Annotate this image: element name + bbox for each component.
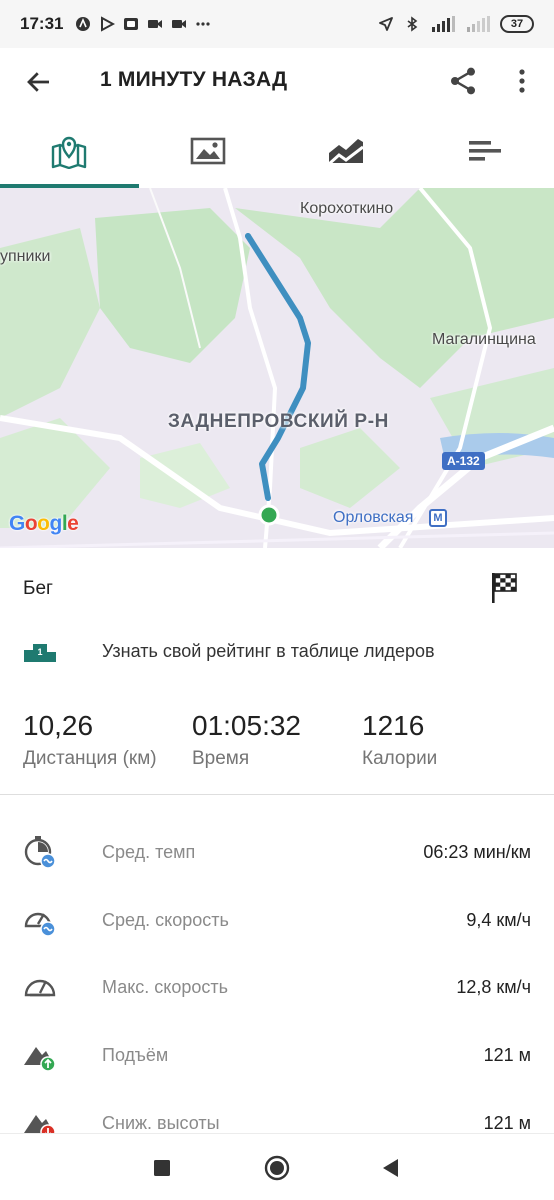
stats-list: Сред. темп 06:23 мин/км Сред. скорость 9… [0,820,554,1158]
image-icon [190,137,226,165]
summary-time: 01:05:32 Время [192,710,301,770]
stat-value: 121 м [483,1045,531,1066]
stat-label: Макс. скорость [102,977,229,998]
google-logo: Google [9,512,79,535]
signal-weak-icon [467,16,490,32]
summary-distance: 10,26 Дистанция (км) [23,710,157,770]
avg-speed-icon [24,912,56,937]
arrow-back-icon[interactable] [24,67,54,97]
notification-video-icon [148,20,163,28]
route-end-marker [258,504,280,526]
activity-type: Бег [23,578,53,599]
svg-text:1: 1 [37,647,42,657]
metro-station-label: Орловская [333,509,414,526]
system-icons: 37 [378,15,534,33]
stat-value: 9,4 км/ч [466,909,531,930]
map-label-magalinshchina: Магалинщина [432,331,536,348]
tab-photos[interactable] [139,114,278,188]
stat-label: Сред. скорость [102,909,229,930]
status-time: 17:31 [20,14,64,33]
notification-play-icon [101,16,116,32]
summary-calories: 1216 Калории [362,710,437,770]
more-vert-icon[interactable] [510,65,534,97]
more-notifications-icon [196,22,211,26]
list-bars-icon [468,141,501,161]
share-icon[interactable] [447,65,479,97]
notification-icons [75,16,211,32]
status-bar: 17:31 37 [0,0,554,48]
chart-area-icon [328,139,365,166]
time-value: 01:05:32 [192,710,301,741]
map-canvas [0,188,554,548]
activity-summary: 10,26 Дистанция (км) 01:05:32 Время 1216… [0,700,554,795]
home-circle-icon[interactable] [263,1154,291,1182]
notification-window-icon [124,18,139,30]
notification-a-icon [76,17,91,31]
recents-square-icon[interactable] [148,1154,176,1182]
stat-value: 06:23 мин/км [423,842,531,862]
elevation-gain-icon [24,1047,56,1072]
calories-value: 1216 [362,710,425,741]
tab-charts[interactable] [277,114,416,188]
checkered-flag-icon[interactable] [490,571,518,605]
battery-indicator: 37 [500,15,534,33]
map-label-korokhotkino: Корохоткино [300,200,394,217]
tab-details[interactable] [416,114,554,188]
leaderboard-text: Узнать свой рейтинг в таблице лидеров [102,641,435,661]
page-title: 1 МИНУТУ НАЗАД [100,68,288,91]
stat-row-max-speed: Макс. скорость 12,8 км/ч [0,955,554,1023]
stat-label: Сниж. высоты [102,1112,220,1133]
signal-icon [432,16,455,32]
system-nav-bar [0,1133,554,1200]
stat-value: 121 м [483,1112,531,1133]
map-pin-icon [52,136,87,169]
stat-value: 12,8 км/ч [456,977,531,998]
map-label-district: ЗАДНЕПРОВСКИЙ Р-Н [168,411,389,432]
notification-video-icon-2 [172,20,187,28]
podium-icon: 1 [24,644,56,662]
max-speed-icon [24,980,56,997]
app-bar: 1 МИНУТУ НАЗАД [0,48,554,114]
tab-map[interactable] [0,114,139,188]
stat-row-avg-speed: Сред. скорость 9,4 км/ч [0,888,554,956]
stat-label: Подъём [102,1045,169,1066]
back-triangle-icon[interactable] [377,1154,405,1182]
map-label-left: упники [0,248,51,265]
avg-pace-icon [24,836,56,869]
tab-bar [0,114,554,188]
stat-row-avg-pace: Сред. темп 06:23 мин/км [0,820,554,888]
route-start-marker [245,233,251,239]
distance-label: Дистанция (км) [23,748,157,769]
road-badge: А-132 [442,452,485,470]
bluetooth-icon [407,16,418,32]
stat-label: Сред. темп [102,842,196,862]
location-arrow-icon [379,17,393,31]
activity-header: Бег [0,548,554,628]
time-label: Время [192,748,250,769]
stat-row-elevation-gain: Подъём 121 м [0,1023,554,1091]
distance-value: 10,26 [23,710,94,741]
calories-label: Калории [362,748,438,769]
leaderboard-link[interactable]: 1 Узнать свой рейтинг в таблице лидеров [0,628,554,678]
metro-icon: М [429,509,447,527]
route-map[interactable]: Корохоткино упники Магалинщина ЗАДНЕПРОВ… [0,188,554,548]
